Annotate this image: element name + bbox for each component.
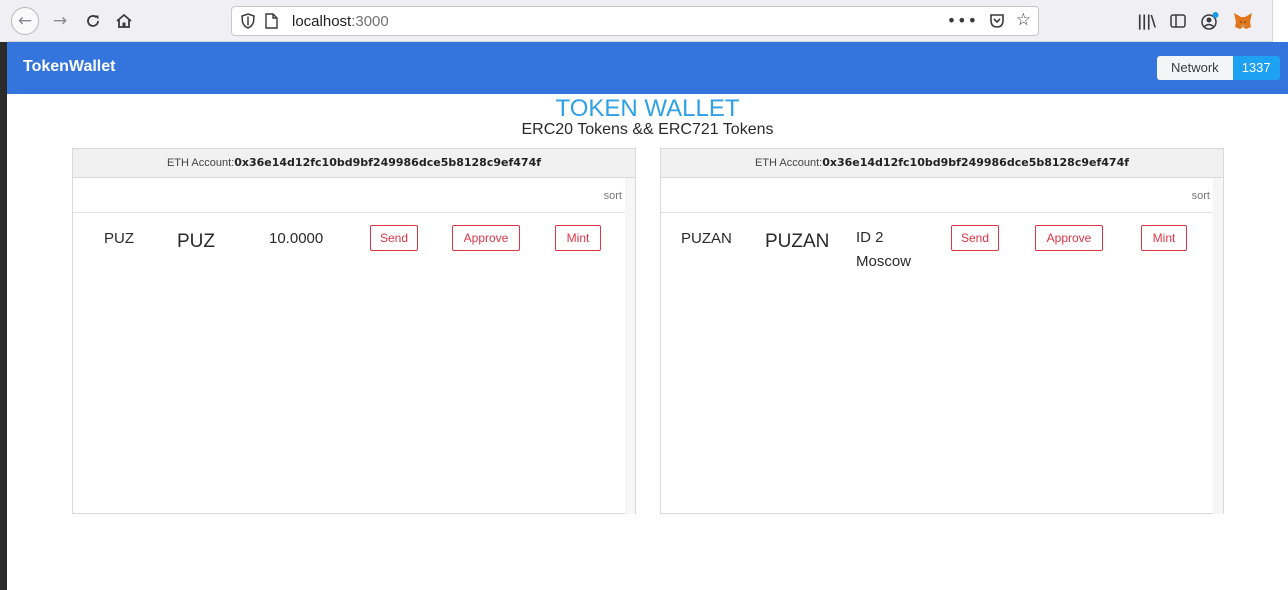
desktop-edge xyxy=(0,0,7,590)
account-label: ETH Account: xyxy=(166,157,235,169)
sidebar-icon[interactable] xyxy=(1167,10,1189,32)
desktop-corner xyxy=(1273,0,1288,42)
pocket-icon[interactable] xyxy=(989,13,1005,29)
url-bar[interactable]: localhost:3000 ••• ☆ xyxy=(231,6,1039,36)
bookmark-star-icon[interactable]: ☆ xyxy=(1016,10,1031,30)
token-symbol: PUZ xyxy=(104,230,134,247)
page-title: TOKEN WALLET xyxy=(555,95,740,122)
account-address: 0x36e14d12fc10bd9bf249986dce5b8128c9ef47… xyxy=(822,156,1130,169)
app-navbar: TokenWallet Network 1337 xyxy=(7,42,1288,94)
token-symbol: PUZAN xyxy=(681,230,732,247)
url-text[interactable]: localhost:3000 xyxy=(292,13,389,30)
erc721-panel-header: ETH Account:0x36e14d12fc10bd9bf249986dce… xyxy=(661,149,1223,178)
erc721-panel: ETH Account:0x36e14d12fc10bd9bf249986dce… xyxy=(660,148,1224,514)
sort-button[interactable]: sort xyxy=(1192,190,1210,202)
send-button[interactable]: Send xyxy=(951,225,999,251)
network-label: Network xyxy=(1157,56,1233,80)
token-id: ID 2 xyxy=(856,229,884,246)
network-badge: Network 1337 xyxy=(1157,56,1280,80)
token-metadata: Moscow xyxy=(856,253,912,270)
forward-arrow-icon[interactable]: → xyxy=(46,7,74,35)
desktop-edge-top xyxy=(0,0,7,42)
token-balance: 10.0000 xyxy=(269,230,324,247)
page-info-icon[interactable] xyxy=(265,13,278,29)
library-icon[interactable]: |||\ xyxy=(1135,10,1157,32)
home-icon[interactable] xyxy=(110,7,138,35)
page-actions-menu-icon[interactable]: ••• xyxy=(947,11,978,30)
account-label: ETH Account: xyxy=(754,157,823,169)
account-icon[interactable] xyxy=(1199,10,1221,32)
token-name: PUZAN xyxy=(765,231,830,252)
network-id: 1337 xyxy=(1232,56,1280,80)
url-host: localhost xyxy=(292,13,352,30)
erc20-sort-bar: sort xyxy=(73,178,635,213)
approve-button[interactable]: Approve xyxy=(1035,225,1103,251)
url-port: :3000 xyxy=(351,13,389,30)
token-name: PUZ xyxy=(177,231,215,252)
scrollbar[interactable] xyxy=(625,178,635,514)
approve-button[interactable]: Approve xyxy=(452,225,520,251)
send-button[interactable]: Send xyxy=(370,225,418,251)
back-arrow-icon[interactable]: ← xyxy=(11,7,39,35)
mint-button[interactable]: Mint xyxy=(1141,225,1187,251)
scrollbar[interactable] xyxy=(1213,178,1223,514)
account-address: 0x36e14d12fc10bd9bf249986dce5b8128c9ef47… xyxy=(234,156,542,169)
sort-button[interactable]: sort xyxy=(604,190,622,202)
browser-toolbar: ← → localhost:3000 ••• ☆ |||\ xyxy=(7,0,1288,42)
mint-button[interactable]: Mint xyxy=(555,225,601,251)
reload-icon[interactable] xyxy=(79,7,107,35)
erc20-panel: ETH Account:0x36e14d12fc10bd9bf249986dce… xyxy=(72,148,636,514)
tracking-shield-icon[interactable] xyxy=(241,13,255,29)
metamask-fox-icon[interactable] xyxy=(1232,10,1254,32)
app-brand[interactable]: TokenWallet xyxy=(23,58,115,76)
page-subtitle: ERC20 Tokens && ERC721 Tokens xyxy=(521,121,774,138)
erc721-sort-bar: sort xyxy=(661,178,1223,213)
erc20-panel-header: ETH Account:0x36e14d12fc10bd9bf249986dce… xyxy=(73,149,635,178)
